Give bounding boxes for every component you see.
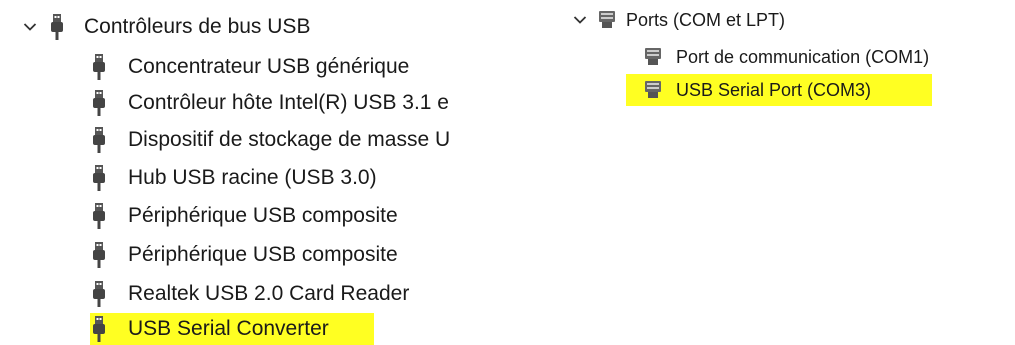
usb-icon bbox=[92, 316, 106, 342]
port-icon bbox=[598, 10, 616, 30]
port-label: Port de communication (COM1) bbox=[676, 47, 930, 67]
device-row-highlighted[interactable]: USB Serial Converter bbox=[90, 313, 374, 345]
usb-icon bbox=[92, 203, 106, 229]
chevron-down-icon[interactable] bbox=[22, 19, 38, 35]
category-label: Contrôleurs de bus USB bbox=[84, 15, 311, 38]
device-row[interactable]: Concentrateur USB générique bbox=[92, 52, 409, 82]
port-icon bbox=[644, 47, 662, 67]
device-row[interactable]: Périphérique USB composite bbox=[92, 201, 398, 231]
category-ports[interactable]: Ports (COM et LPT) bbox=[572, 5, 785, 35]
device-label: Dispositif de stockage de masse U bbox=[128, 128, 451, 151]
category-label: Ports (COM et LPT) bbox=[626, 10, 786, 30]
usb-icon bbox=[92, 90, 106, 116]
port-row-highlighted[interactable]: USB Serial Port (COM3) bbox=[626, 74, 932, 106]
device-label: Hub USB racine (USB 3.0) bbox=[128, 166, 377, 189]
usb-icon bbox=[92, 165, 106, 191]
port-row[interactable]: Port de communication (COM1) bbox=[644, 42, 929, 72]
usb-icon bbox=[92, 281, 106, 307]
category-usb-controllers[interactable]: Contrôleurs de bus USB bbox=[22, 12, 310, 42]
device-row[interactable]: Realtek USB 2.0 Card Reader bbox=[92, 279, 409, 309]
usb-icon bbox=[92, 242, 106, 268]
ports-tree: Ports (COM et LPT) Port de communication… bbox=[560, 0, 1015, 120]
usb-icon bbox=[92, 54, 106, 80]
device-label: USB Serial Converter bbox=[128, 317, 329, 340]
device-row[interactable]: Périphérique USB composite bbox=[92, 240, 398, 270]
device-row[interactable]: Dispositif de stockage de masse U bbox=[92, 125, 450, 155]
device-label: Contrôleur hôte Intel(R) USB 3.1 e bbox=[128, 91, 449, 114]
device-label: Concentrateur USB générique bbox=[128, 55, 410, 78]
device-row[interactable]: Contrôleur hôte Intel(R) USB 3.1 e bbox=[92, 88, 449, 118]
port-label: USB Serial Port (COM3) bbox=[676, 80, 872, 100]
usb-icon bbox=[92, 127, 106, 153]
device-row[interactable]: Hub USB racine (USB 3.0) bbox=[92, 163, 377, 193]
device-label: Périphérique USB composite bbox=[128, 204, 398, 227]
usb-icon bbox=[50, 14, 64, 40]
chevron-down-icon[interactable] bbox=[572, 12, 588, 28]
device-label: Périphérique USB composite bbox=[128, 243, 398, 266]
port-icon bbox=[644, 80, 662, 100]
device-label: Realtek USB 2.0 Card Reader bbox=[128, 282, 410, 305]
usb-controllers-tree: Contrôleurs de bus USB Concentrateur USB… bbox=[0, 0, 505, 345]
